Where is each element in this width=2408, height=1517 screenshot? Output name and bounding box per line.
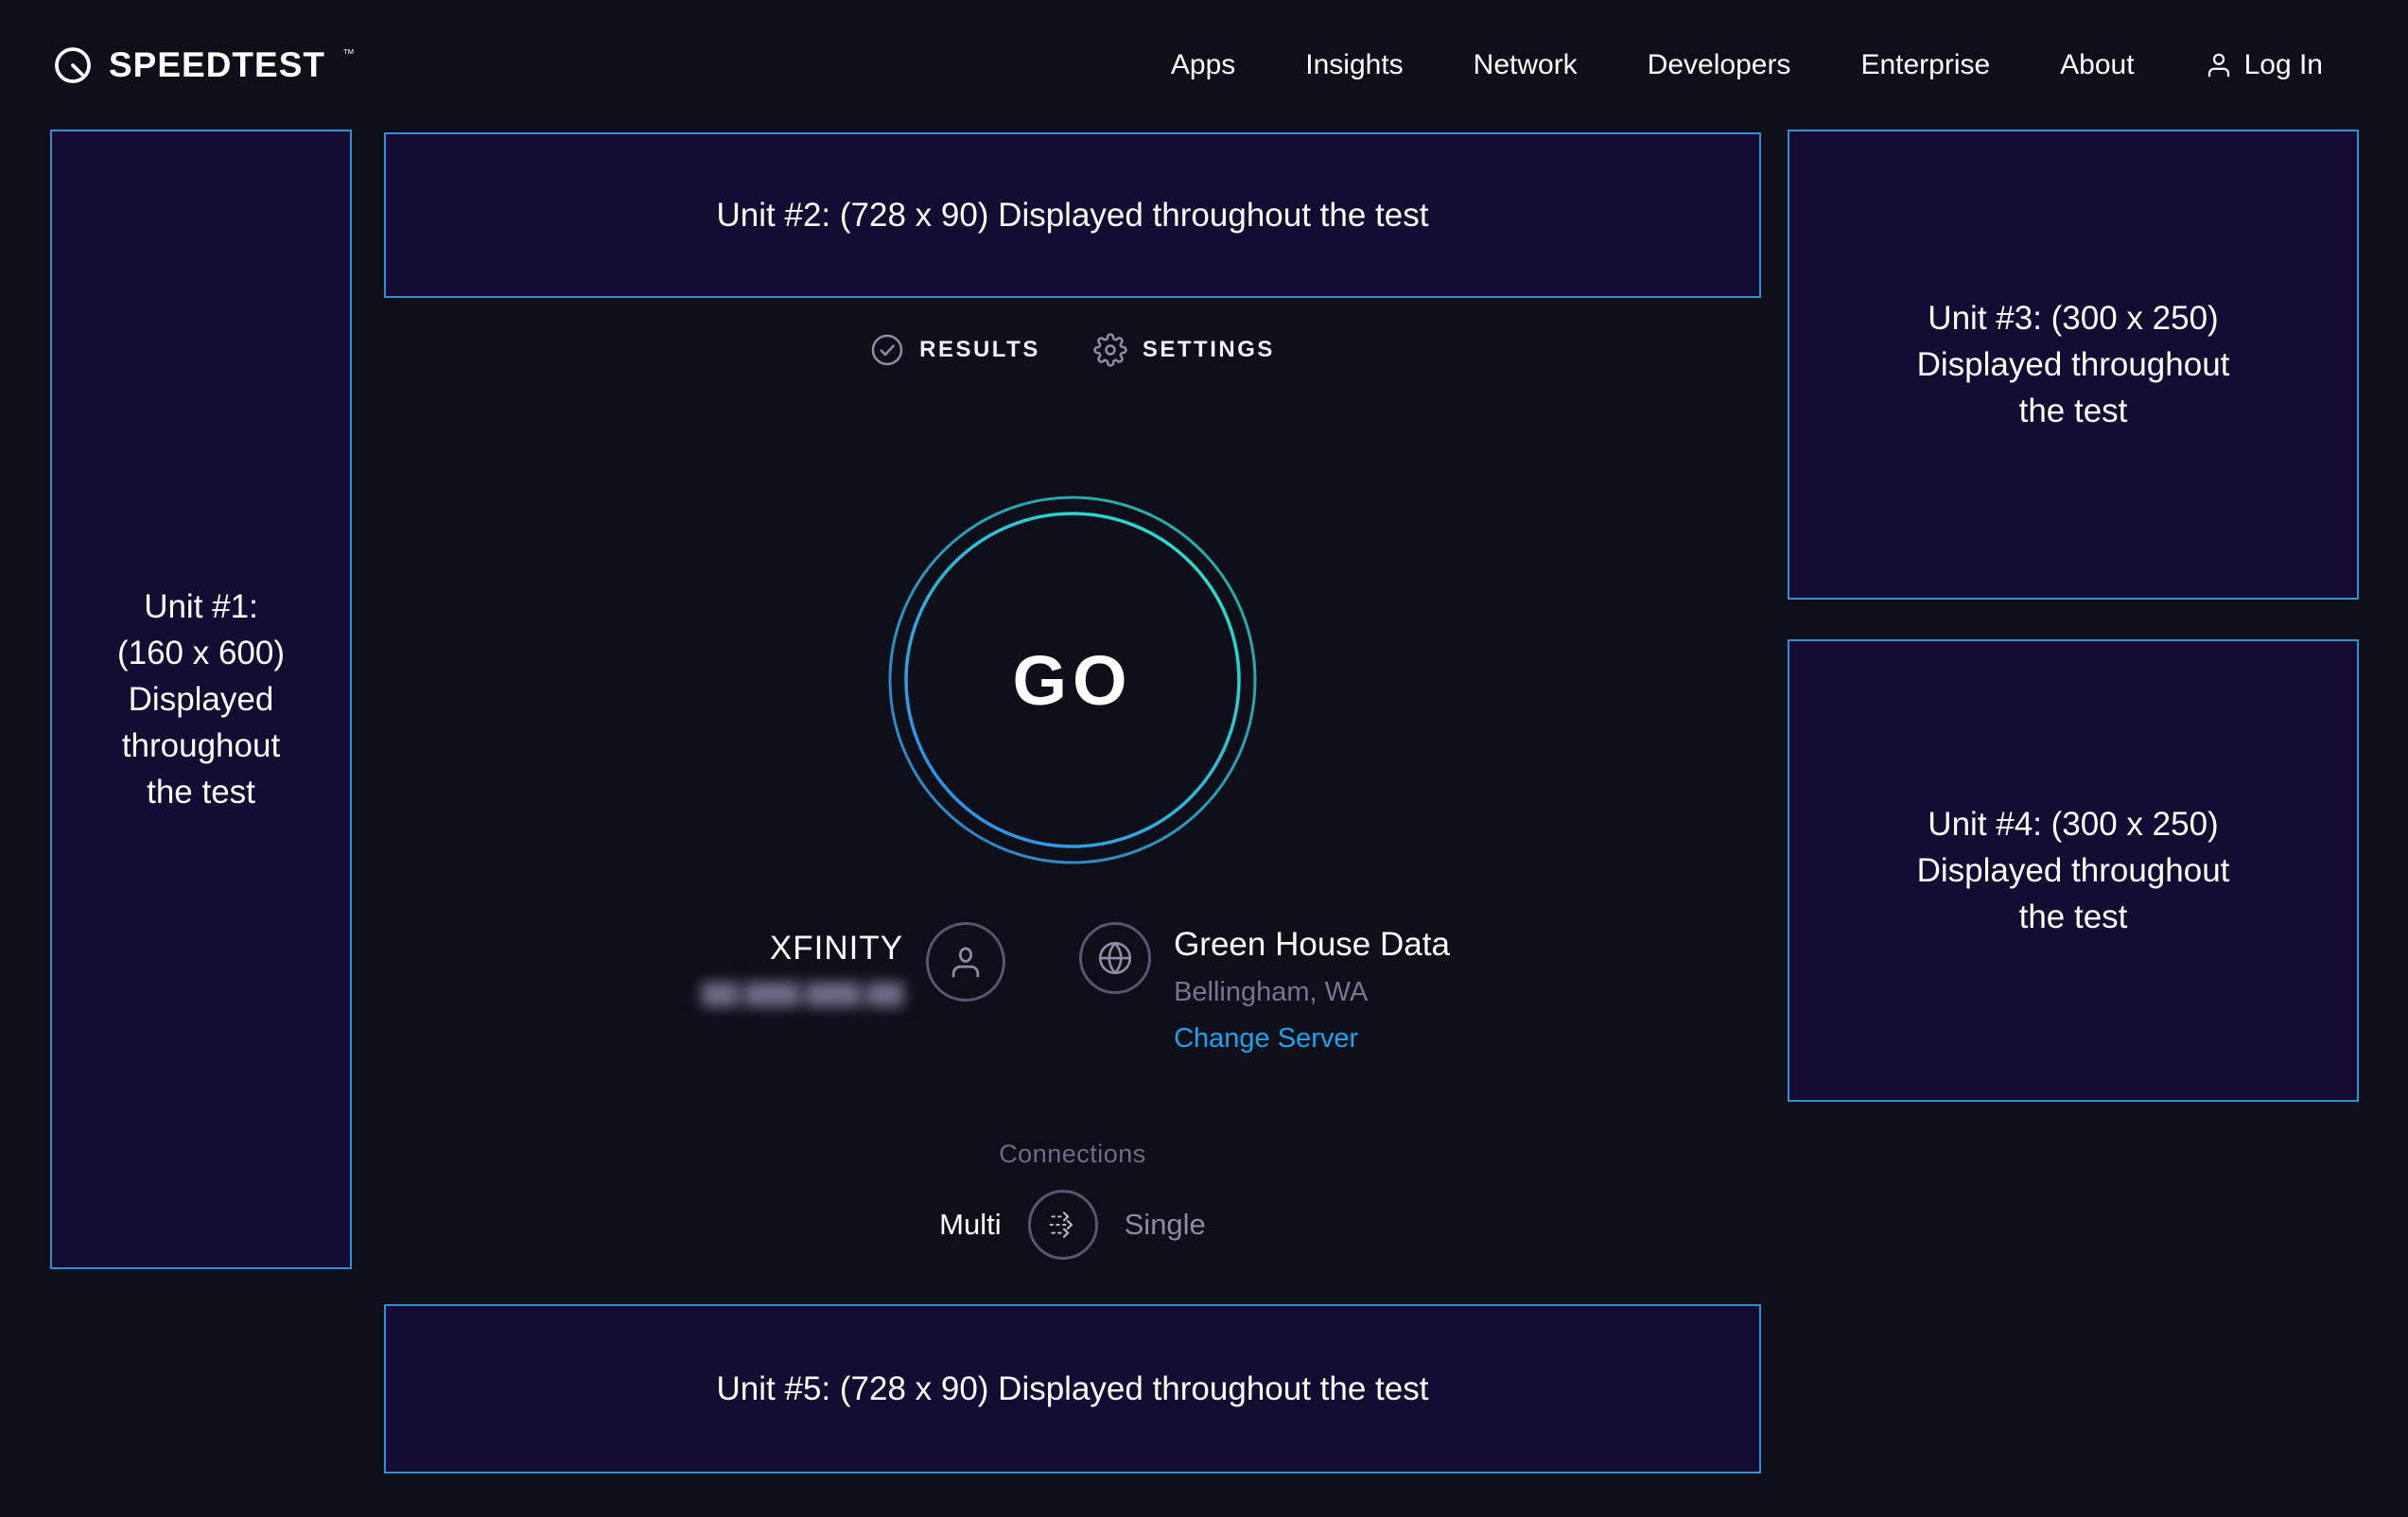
connections-section: Connections Multi Single — [939, 1140, 1206, 1260]
trademark-mark: ™ — [342, 46, 355, 61]
ad-unit-4-line: Displayed throughout — [1917, 847, 2230, 894]
isp-info: XFINITY ▇▇.▇▇▇.▇▇▇.▇▇ — [695, 922, 1005, 1007]
speedtest-page: SPEEDTEST ™ Apps Insights Network Develo… — [0, 0, 2408, 1517]
main-nav: Apps Insights Network Developers Enterpr… — [1171, 49, 2323, 81]
ad-unit-3-line: Displayed throughout — [1917, 341, 2230, 388]
ad-unit-1-line: throughout — [122, 723, 280, 769]
go-button[interactable]: GO — [887, 495, 1258, 865]
ad-unit-1: Unit #1: (160 x 600) Displayed throughou… — [50, 130, 352, 1269]
connections-single-option[interactable]: Single — [1125, 1208, 1206, 1242]
ad-unit-4: Unit #4: (300 x 250) Displayed throughou… — [1788, 639, 2359, 1102]
server-info: Green House Data Bellingham, WA Change S… — [1079, 922, 1450, 1055]
brand-name: SPEEDTEST — [109, 45, 325, 85]
ad-unit-2: Unit #2: (728 x 90) Displayed throughout… — [384, 132, 1761, 298]
ad-unit-1-line: the test — [147, 769, 255, 815]
connections-toggle: Multi Single — [939, 1190, 1206, 1260]
ad-unit-3-line: the test — [2019, 388, 2128, 434]
gear-icon — [1093, 333, 1127, 367]
multi-arrows-icon — [1041, 1203, 1085, 1247]
globe-icon — [1095, 938, 1135, 978]
result-settings-tabs: RESULTS SETTINGS — [870, 333, 1275, 367]
nav-item-insights[interactable]: Insights — [1305, 49, 1403, 81]
test-panel: RESULTS SETTINGS — [384, 333, 1761, 1260]
ad-unit-2-text: Unit #2: (728 x 90) Displayed throughout… — [717, 192, 1429, 238]
logo[interactable]: SPEEDTEST ™ — [52, 44, 355, 86]
ad-unit-4-line: the test — [2019, 894, 2128, 940]
connections-multi-option[interactable]: Multi — [939, 1208, 1001, 1242]
tab-settings[interactable]: SETTINGS — [1093, 333, 1275, 367]
connections-label: Connections — [999, 1140, 1146, 1169]
ad-unit-5-text: Unit #5: (728 x 90) Displayed throughout… — [717, 1366, 1429, 1412]
server-globe-icon — [1079, 922, 1151, 994]
tab-results-label: RESULTS — [919, 337, 1040, 363]
nav-item-enterprise[interactable]: Enterprise — [1860, 49, 1990, 81]
ad-unit-1-line: Unit #1: — [144, 584, 258, 630]
top-nav: SPEEDTEST ™ Apps Insights Network Develo… — [0, 0, 2408, 130]
server-location: Bellingham, WA — [1174, 977, 1450, 1008]
connections-mode-toggle[interactable] — [1028, 1190, 1098, 1260]
server-text: Green House Data Bellingham, WA Change S… — [1174, 926, 1450, 1055]
ad-unit-3-line: Unit #3: (300 x 250) — [1928, 295, 2218, 341]
isp-name: XFINITY — [695, 930, 903, 968]
ad-unit-4-line: Unit #4: (300 x 250) — [1928, 801, 2218, 847]
login-label: Log In — [2244, 49, 2323, 81]
server-name: Green House Data — [1174, 926, 1450, 964]
speedtest-gauge-icon — [52, 44, 94, 86]
user-icon — [945, 941, 986, 983]
nav-item-apps[interactable]: Apps — [1171, 49, 1235, 81]
ad-unit-1-line: (160 x 600) — [117, 630, 285, 676]
nav-item-network[interactable]: Network — [1474, 49, 1578, 81]
nav-item-login[interactable]: Log In — [2205, 49, 2323, 81]
tab-settings-label: SETTINGS — [1143, 337, 1275, 363]
isp-text: XFINITY ▇▇.▇▇▇.▇▇▇.▇▇ — [695, 930, 903, 1007]
isp-user-icon — [926, 922, 1005, 1002]
connection-meta: XFINITY ▇▇.▇▇▇.▇▇▇.▇▇ — [695, 922, 1450, 1055]
isp-ip-redacted: ▇▇.▇▇▇.▇▇▇.▇▇ — [695, 979, 903, 1007]
tab-results[interactable]: RESULTS — [870, 333, 1040, 367]
ad-unit-5: Unit #5: (728 x 90) Displayed throughout… — [384, 1304, 1761, 1473]
nav-item-developers[interactable]: Developers — [1648, 49, 1791, 81]
change-server-link[interactable]: Change Server — [1174, 1023, 1358, 1055]
go-button-rings — [887, 495, 1258, 865]
ad-unit-3: Unit #3: (300 x 250) Displayed throughou… — [1788, 130, 2359, 600]
ad-unit-1-line: Displayed — [129, 676, 274, 723]
nav-item-about[interactable]: About — [2060, 49, 2134, 81]
check-circle-icon — [870, 333, 904, 367]
user-icon — [2205, 51, 2233, 79]
